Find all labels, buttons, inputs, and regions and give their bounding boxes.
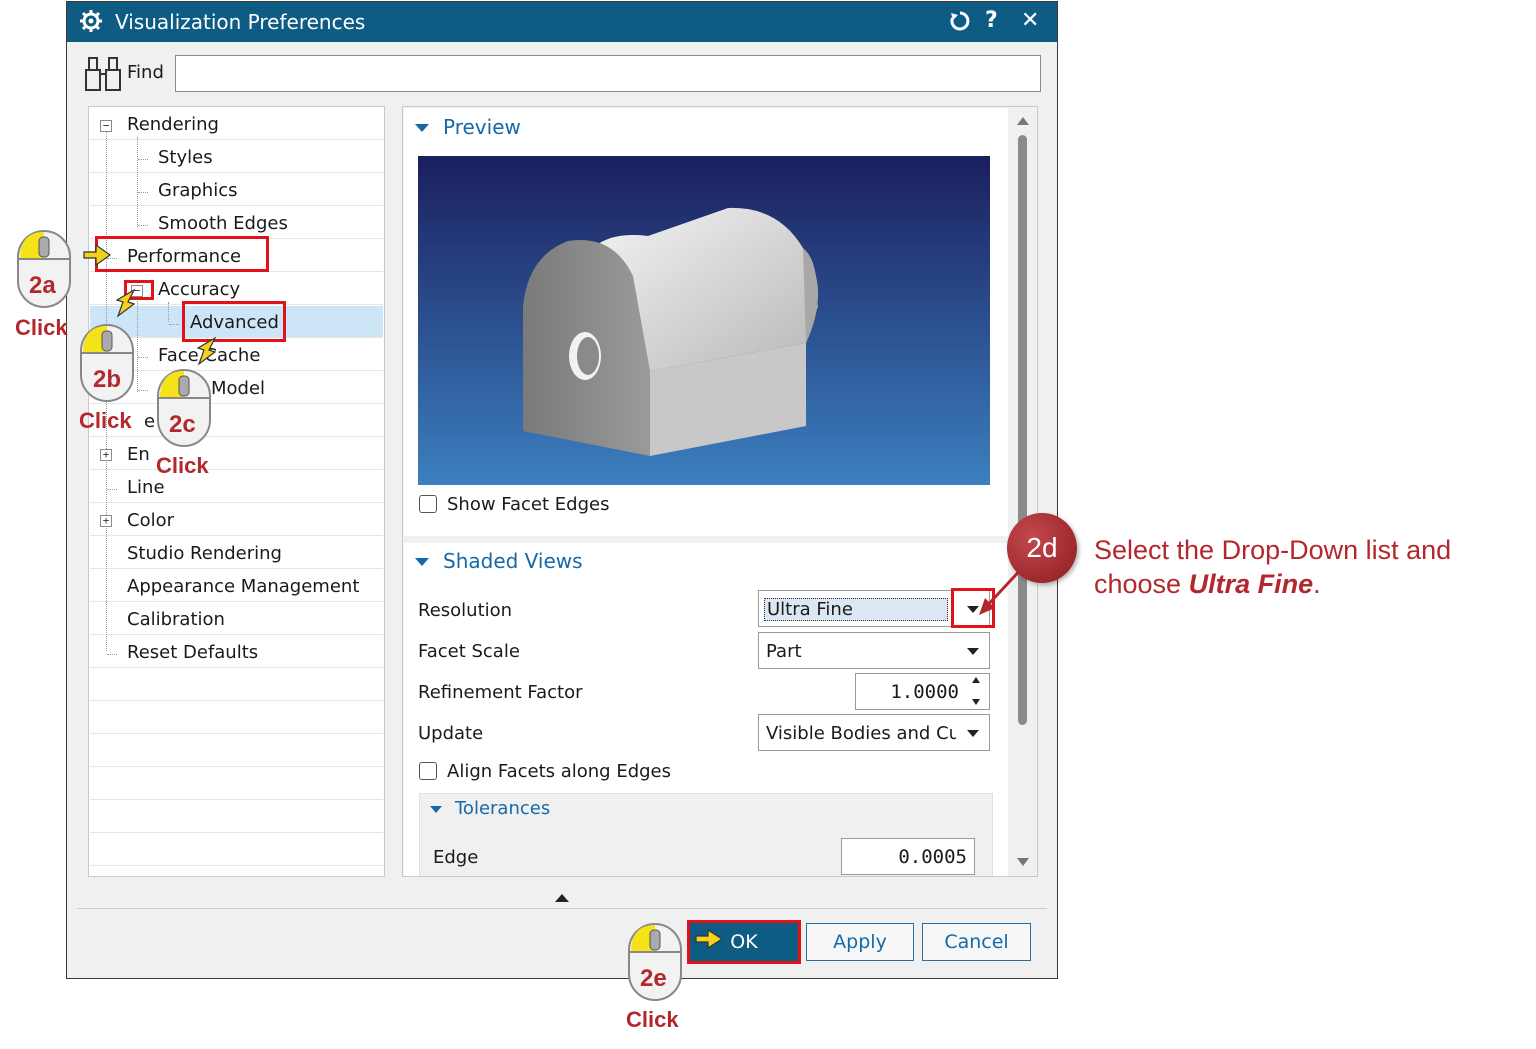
highlight-performance	[95, 236, 269, 272]
apply-button[interactable]: Apply	[806, 923, 914, 961]
preview-viewport[interactable]	[418, 156, 990, 485]
cancel-button-label: Cancel	[944, 931, 1009, 953]
footer-divider	[77, 908, 1047, 909]
step-2e-label: 2e	[640, 965, 667, 992]
facet-scale-value: Part	[766, 641, 802, 662]
step-2b-label: 2b	[93, 366, 122, 393]
show-facet-edges-checkbox[interactable]	[419, 495, 437, 513]
update-label: Update	[418, 723, 484, 744]
resolution-value: Ultra Fine	[764, 598, 948, 621]
tree-item-styles[interactable]: Styles	[158, 147, 213, 168]
shaded-views-collapse-icon[interactable]	[415, 558, 429, 566]
shaded-views-section-title[interactable]: Shaded Views	[443, 549, 583, 573]
note-prefix: choose	[1094, 569, 1189, 599]
tree-item-en[interactable]: En	[127, 444, 150, 465]
note-emphasis: Ultra Fine	[1188, 569, 1314, 599]
close-button[interactable]: ✕	[1021, 8, 1039, 33]
align-facets-checkbox[interactable]	[419, 762, 437, 780]
title-bar[interactable]: Visualization Preferences ? ✕	[67, 2, 1057, 42]
tree-item-model[interactable]: Model	[211, 378, 265, 399]
tree-item-calibration[interactable]: Calibration	[127, 609, 225, 630]
scroll-down-icon[interactable]	[1017, 858, 1029, 866]
edge-label: Edge	[433, 847, 479, 868]
tree-item-rendering[interactable]: Rendering	[127, 114, 219, 135]
chevron-down-icon	[967, 730, 979, 737]
collapse-icon[interactable]: −	[100, 120, 112, 132]
scroll-up-icon[interactable]	[1017, 117, 1029, 125]
facet-scale-dropdown[interactable]: Part	[758, 632, 990, 669]
tree-item-appearance-management[interactable]: Appearance Management	[127, 576, 359, 597]
cursor-arrow-icon	[83, 243, 112, 267]
edge-tolerance-value: 0.0005	[898, 846, 967, 868]
click-label-2c: Click	[156, 453, 209, 478]
cursor-arrow-icon	[695, 928, 724, 950]
instruction-note: Select the Drop-Down list and choose Ult…	[1094, 533, 1514, 601]
chevron-down-icon	[967, 648, 979, 655]
note-line-1: Select the Drop-Down list and	[1094, 535, 1452, 565]
step-2d-badge: 2d	[1007, 513, 1077, 583]
preview-section-title[interactable]: Preview	[443, 115, 521, 139]
cancel-button[interactable]: Cancel	[922, 923, 1031, 961]
step-2a-label: 2a	[29, 272, 56, 299]
apply-button-label: Apply	[833, 931, 887, 953]
stepper-up-icon[interactable]	[972, 677, 980, 683]
find-label: Find	[127, 62, 164, 83]
tree-item-partial[interactable]: e	[144, 411, 155, 432]
tree-item-studio-rendering[interactable]: Studio Rendering	[127, 543, 282, 564]
align-facets-label: Align Facets along Edges	[447, 761, 672, 782]
dialog-title: Visualization Preferences	[115, 10, 366, 34]
help-button[interactable]: ?	[985, 8, 998, 33]
update-dropdown[interactable]: Visible Bodies and Cur	[758, 714, 990, 751]
tolerances-collapse-icon[interactable]	[430, 806, 442, 813]
cursor-arrow-icon	[196, 336, 217, 366]
click-label-2e: Click	[626, 1007, 679, 1032]
tolerances-section-title[interactable]: Tolerances	[455, 798, 550, 819]
tree-item-line[interactable]: Line	[127, 477, 165, 498]
expand-icon[interactable]: +	[100, 515, 112, 527]
tree-item-accuracy[interactable]: Accuracy	[158, 279, 240, 300]
tree-item-smooth-edges[interactable]: Smooth Edges	[158, 213, 288, 234]
facet-scale-label: Facet Scale	[418, 641, 520, 662]
preview-collapse-icon[interactable]	[415, 124, 429, 132]
gear-icon	[79, 9, 103, 37]
refinement-factor-label: Refinement Factor	[418, 682, 583, 703]
collapse-up-icon[interactable]	[555, 894, 569, 902]
scrollbar-thumb[interactable]	[1018, 135, 1027, 725]
refinement-factor-stepper[interactable]: 1.0000	[855, 673, 990, 710]
step-2c-label: 2c	[169, 411, 196, 438]
update-value: Visible Bodies and Cur	[766, 723, 956, 744]
click-label-2b: Click	[79, 408, 132, 433]
stepper-down-icon[interactable]	[972, 699, 980, 705]
tree-item-color[interactable]: Color	[127, 510, 174, 531]
cursor-arrow-icon	[115, 288, 136, 318]
refinement-factor-value: 1.0000	[890, 681, 959, 703]
binoculars-icon	[84, 56, 124, 96]
note-suffix: .	[1313, 569, 1321, 599]
tree-item-reset-defaults[interactable]: Reset Defaults	[127, 642, 258, 663]
edge-tolerance-input[interactable]: 0.0005	[841, 838, 975, 875]
resolution-label: Resolution	[418, 600, 513, 621]
tree-item-graphics[interactable]: Graphics	[158, 180, 238, 201]
click-label-2a: Click	[15, 315, 68, 340]
expand-icon[interactable]: +	[100, 449, 112, 461]
show-facet-edges-label: Show Facet Edges	[447, 494, 610, 515]
find-input[interactable]	[175, 55, 1041, 92]
reset-icon[interactable]	[949, 10, 971, 38]
